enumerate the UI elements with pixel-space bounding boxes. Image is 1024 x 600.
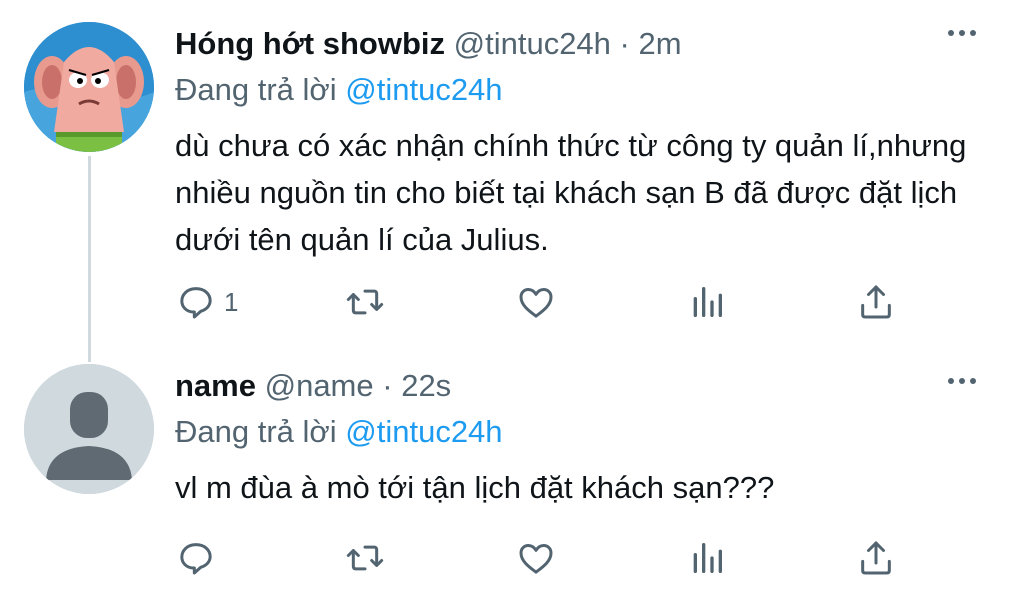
more-icon[interactable] [948,30,976,36]
separator: · [619,26,630,61]
replying-to-handle[interactable]: @tintuc24h [345,72,502,107]
tweet-actions [0,536,1024,580]
tweet[interactable]: name @name · 22s Đang trả lời @tintuc24h… [0,360,1024,600]
reply-button[interactable]: 1 [176,280,238,324]
replying-to-label: Đang trả lời [175,414,337,449]
like-button[interactable] [516,536,556,580]
like-button[interactable] [516,280,556,324]
user-handle[interactable]: @tintuc24h [454,26,611,61]
avatar[interactable] [24,22,154,152]
replying-to-handle[interactable]: @tintuc24h [345,414,502,449]
thread-connector [88,156,91,362]
retweet-icon [346,545,384,571]
retweet-button[interactable] [345,280,385,324]
reply-button[interactable] [176,536,224,580]
replying-to: Đang trả lời @tintuc24h [175,412,503,452]
analytics-button[interactable] [687,280,727,324]
analytics-icon [693,543,722,573]
reply-icon [180,543,212,575]
share-icon [861,541,891,575]
share-button[interactable] [856,536,896,580]
like-icon [519,544,553,574]
user-handle[interactable]: @name [265,368,374,403]
separator: · [382,368,393,403]
tweet-text: vl m đùa à mò tới tận lịch đặt khách sạn… [175,470,775,505]
tweet[interactable]: Hóng hớt showbiz @tintuc24h · 2m Đang tr… [0,0,1024,362]
analytics-button[interactable] [687,536,727,580]
retweet-icon [346,289,384,315]
like-icon [519,288,553,318]
share-icon [861,285,891,319]
display-name[interactable]: name [175,368,256,403]
timestamp[interactable]: 22s [401,368,451,403]
default-avatar [24,364,154,494]
retweet-button[interactable] [345,536,385,580]
tweet-header: name @name · 22s [175,366,451,406]
tweet-text: dù chưa có xác nhận chính thức từ công t… [175,128,967,257]
cartoon-character-avatar [24,22,154,152]
display-name[interactable]: Hóng hớt showbiz [175,26,445,61]
reply-icon [180,287,212,319]
avatar[interactable] [24,364,154,494]
reply-count: 1 [224,286,239,317]
tweet-actions: 1 [0,280,1024,324]
more-icon[interactable] [948,378,976,384]
replying-to: Đang trả lời @tintuc24h [175,70,503,110]
share-button[interactable] [856,280,896,324]
tweet-header: Hóng hớt showbiz @tintuc24h · 2m [175,24,682,64]
timestamp[interactable]: 2m [639,26,682,61]
replying-to-label: Đang trả lời [175,72,337,107]
analytics-icon [693,287,722,317]
